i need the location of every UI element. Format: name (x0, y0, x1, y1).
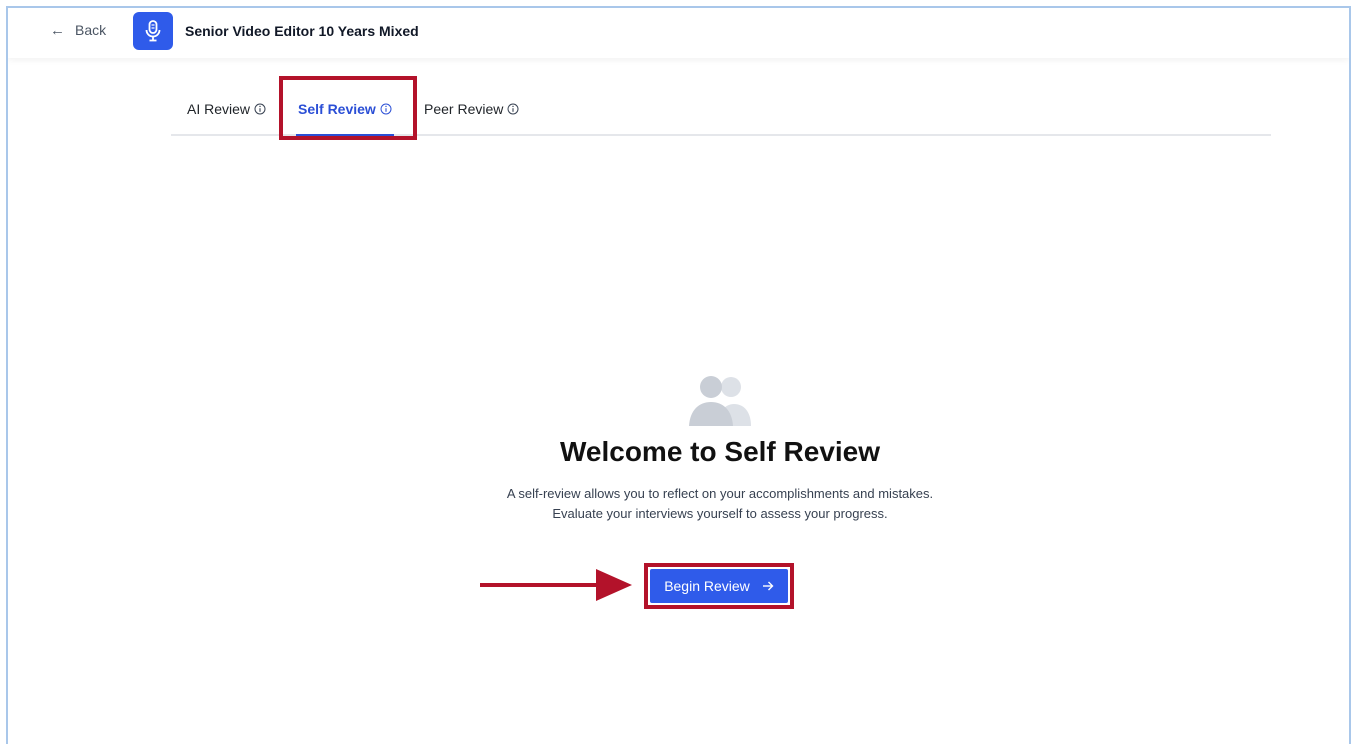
begin-review-button[interactable]: Begin Review (650, 569, 788, 603)
welcome-description: A self-review allows you to reflect on y… (507, 484, 933, 524)
info-icon (254, 103, 266, 115)
app-window: ← Back Senior Video Editor 10 Years Mixe… (6, 6, 1351, 744)
arrow-left-icon: ← (50, 21, 65, 39)
pointer-arrow-icon (480, 569, 632, 601)
tab-ai-review[interactable]: AI Review (187, 84, 266, 134)
info-icon (380, 103, 392, 115)
description-line: A self-review allows you to reflect on y… (506, 486, 934, 501)
tab-self-review[interactable]: Self Review (296, 84, 394, 137)
arrow-right-icon (762, 581, 774, 591)
welcome-title: Welcome to Self Review (559, 436, 881, 467)
back-label: Back (75, 22, 107, 38)
tab-label: Self Review (298, 101, 376, 117)
tab-label: AI Review (187, 101, 251, 117)
tab-label: Peer Review (424, 101, 504, 117)
info-icon (507, 103, 519, 115)
begin-review-label: Begin Review (664, 578, 750, 594)
tab-peer-review[interactable]: Peer Review (424, 84, 519, 134)
back-button[interactable]: ← Back (50, 20, 106, 40)
page-title: Senior Video Editor 10 Years Mixed (185, 23, 419, 39)
users-icon (689, 376, 751, 426)
description-line: Evaluate your interviews yourself to ass… (552, 506, 888, 521)
review-tabs: AI Review Self Review Peer Review (171, 84, 1271, 137)
microphone-icon (133, 12, 173, 50)
empty-state: Welcome to Self Review A self-review all… (8, 374, 1349, 524)
top-bar: ← Back Senior Video Editor 10 Years Mixe… (8, 8, 1349, 58)
